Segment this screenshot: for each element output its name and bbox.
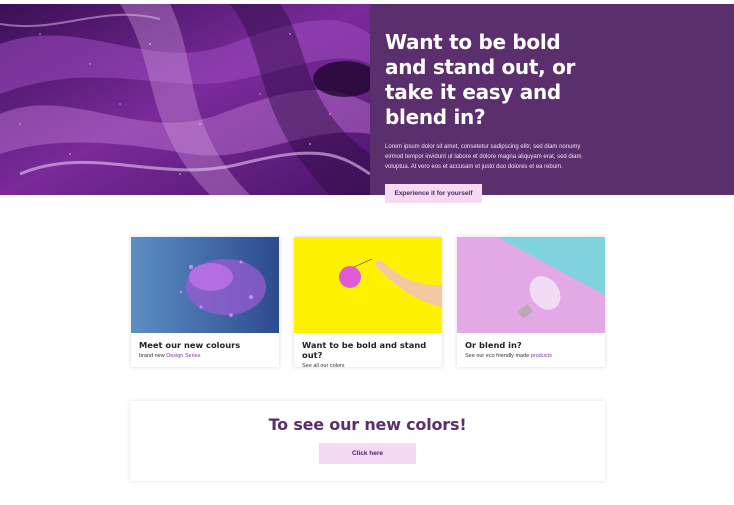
design-series-link[interactable]: Design Series xyxy=(166,353,200,359)
card-subtitle: See all our colors xyxy=(302,363,442,369)
hero-title: Want to be bold and stand out, or take i… xyxy=(385,30,576,129)
card-new-colours[interactable]: Meet our new colours brand new Design Se… xyxy=(131,237,279,367)
hero-section: Want to be bold and stand out, or take i… xyxy=(0,4,734,203)
cta-section: To see our new colors! Click here xyxy=(130,401,605,481)
cta-title: To see our new colors! xyxy=(268,415,467,434)
hero-text: Lorem ipsum dolor sit amet, consetetur s… xyxy=(385,144,582,170)
card-subtitle: See our eco friendly made products xyxy=(465,353,605,359)
click-here-button[interactable]: Click here xyxy=(319,443,416,464)
lightbulb-image xyxy=(457,237,605,333)
hand-holding-ball-image xyxy=(294,237,442,333)
purple-marble-image xyxy=(0,4,370,195)
card-title: Want to be bold and stand out? xyxy=(302,340,427,360)
hero-panel: Want to be bold and stand out, or take i… xyxy=(370,4,734,203)
card-blend[interactable]: Or blend in? See our eco friendly made p… xyxy=(457,237,605,367)
products-link[interactable]: products xyxy=(531,353,552,359)
marble-graphic xyxy=(0,4,370,195)
card-title: Or blend in? xyxy=(465,340,522,350)
card-subtitle: brand new Design Series xyxy=(139,353,279,359)
cards-row: Meet our new colours brand new Design Se… xyxy=(131,237,605,369)
card-subtitle-text: See our eco friendly made xyxy=(465,353,531,359)
experience-button[interactable]: Experience it for yourself xyxy=(385,184,482,203)
purple-powder-image xyxy=(131,237,279,333)
card-subtitle-text: brand new xyxy=(139,353,167,359)
card-subtitle-text: See all our colors xyxy=(302,363,345,369)
card-bold[interactable]: Want to be bold and stand out? See all o… xyxy=(294,237,442,369)
card-title: Meet our new colours xyxy=(139,340,241,350)
